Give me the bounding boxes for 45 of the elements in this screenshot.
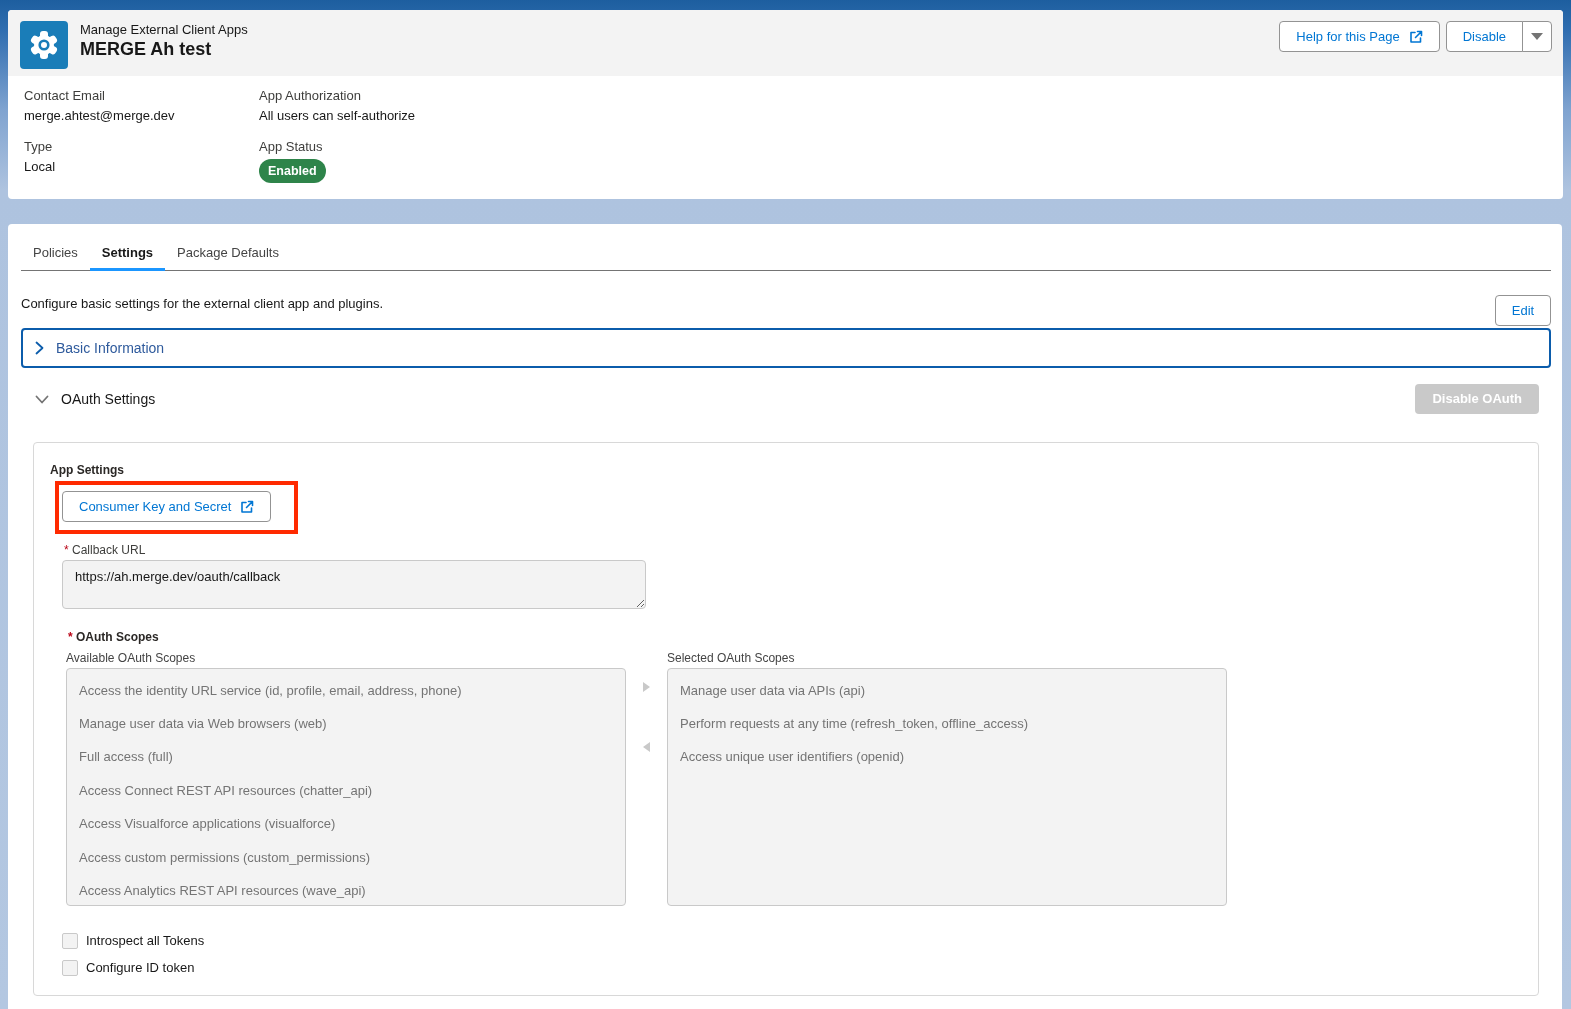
arrow-left-icon[interactable] (643, 742, 650, 752)
group-heading: App Settings (50, 462, 125, 478)
accordion-toggle[interactable]: OAuth Settings (21, 379, 1416, 419)
field-label: App Status (259, 138, 324, 156)
field-label: * OAuth Scopes (68, 630, 160, 644)
field-label: * Callback URL (64, 543, 147, 557)
tab[interactable]: Package Defaults (165, 240, 291, 271)
edit-button[interactable]: Edit (1495, 295, 1551, 326)
listbox-option[interactable]: Access the identity URL service (id, profile, email, address, phone) (67, 674, 625, 708)
arrow-right-icon[interactable] (643, 682, 650, 692)
tab[interactable]: Settings (89, 240, 166, 271)
field-label: Type (24, 138, 54, 156)
listbox-option[interactable]: Access custom permissions (custom_permissions) (67, 840, 625, 875)
listbox-option[interactable]: Manage user data via APIs (api) (668, 674, 1226, 708)
listbox-option[interactable]: Access Visualforce applications (visualforce) (67, 807, 625, 841)
listbox-option[interactable]: Full access (full) (67, 740, 625, 775)
listbox-option[interactable]: Manage user data via Web browsers (web) (67, 707, 625, 741)
dropdown-toggle-button[interactable] (1522, 21, 1552, 52)
checkbox-label: Configure ID token (86, 960, 195, 976)
listbox-label: Selected OAuth Scopes (667, 651, 796, 665)
page-title: MERGE Ah test (80, 38, 213, 60)
listbox-option[interactable]: Access unique user identifiers (openid) (668, 740, 1226, 775)
field-label: Contact Email (24, 87, 106, 105)
field-value: merge.ahtest@merge.dev (24, 107, 176, 125)
accordion-toggle[interactable]: Basic Information (21, 328, 1551, 368)
help-button[interactable]: Help for this Page (1279, 21, 1440, 52)
field-value: All users can self-authorize (259, 107, 417, 125)
field-label: App Authorization (259, 87, 362, 105)
listbox-option[interactable]: Access Analytics REST API resources (wave_api) (67, 874, 625, 905)
caret-icon (1531, 33, 1543, 40)
consumer-key-button[interactable]: Consumer Key and Secret (62, 491, 272, 522)
listbox-option[interactable]: Access Connect REST API resources (chatter_api) (67, 774, 625, 808)
section-description: Configure basic settings for the external client app and plugins. (21, 295, 384, 313)
listbox-label: Available OAuth Scopes (66, 651, 197, 665)
checkbox-label: Introspect all Tokens (86, 933, 205, 949)
listbox-option[interactable]: Perform requests at any time (refresh_token, offline_access) (668, 707, 1226, 741)
tab[interactable]: Policies (21, 240, 90, 271)
external-link-icon (1408, 29, 1423, 44)
gear-icon (20, 21, 68, 69)
disable-button[interactable]: Disable (1445, 21, 1523, 52)
field-value: Local (24, 158, 57, 176)
external-link-icon (240, 499, 255, 514)
object-type-label: Manage External Client Apps (80, 22, 248, 38)
status-badge: Enabled (259, 159, 326, 183)
callback-url-field[interactable]: https://ah.merge.dev/oauth/callback (62, 560, 646, 609)
